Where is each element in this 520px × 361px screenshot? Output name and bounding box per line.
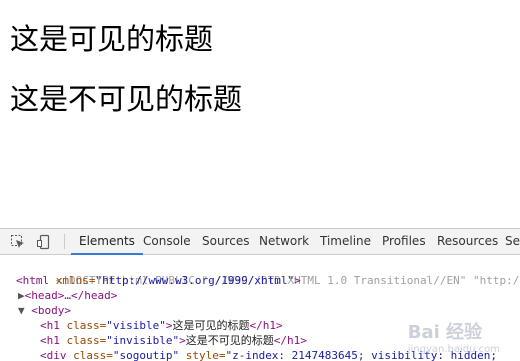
tab-resources[interactable]: Resources bbox=[437, 229, 498, 254]
class-attr: class= bbox=[66, 349, 113, 361]
class-attr: class= bbox=[59, 334, 107, 347]
tab-overflow[interactable]: Se bbox=[505, 229, 520, 254]
toolbar-divider bbox=[64, 234, 65, 249]
h1-tag: <h1 bbox=[40, 334, 60, 347]
body-node[interactable]: ▼ <body> bbox=[18, 303, 520, 318]
tab-elements[interactable]: Elements bbox=[71, 229, 143, 255]
inspect-element-icon[interactable] bbox=[10, 234, 26, 250]
visible-heading: 这是可见的标题 bbox=[10, 22, 214, 56]
expand-triangle-icon[interactable]: ▶ bbox=[18, 289, 25, 302]
h1-text: 这是不可见的标题 bbox=[185, 334, 274, 347]
h1-close-tag: </h1> bbox=[249, 319, 283, 332]
class-value: "visible" bbox=[106, 319, 166, 332]
xmlns-attr: xmlns= bbox=[49, 274, 96, 287]
head-tag: <head>…</head> bbox=[24, 289, 118, 302]
watermark-main: Bai 经验 bbox=[407, 322, 483, 343]
tab-network[interactable]: Network bbox=[259, 229, 309, 254]
tab-profiles[interactable]: Profiles bbox=[382, 229, 426, 254]
devtools-toolbar: Elements Console Sources Network Timelin… bbox=[0, 229, 520, 255]
style-attr: style= bbox=[179, 349, 226, 361]
rendered-page: 这是可见的标题 这是不可见的标题 bbox=[0, 0, 520, 228]
tab-console[interactable]: Console bbox=[143, 229, 191, 254]
h1-text: 这是可见的标题 bbox=[172, 319, 250, 332]
h1-close-tag: </h1> bbox=[273, 334, 307, 347]
html-tag-close: > bbox=[294, 274, 301, 287]
baidu-watermark: Bai 经验 jingyan.baidu.com bbox=[408, 318, 500, 355]
invisible-heading: 这是不可见的标题 bbox=[10, 82, 243, 116]
xmlns-value: "http://www.w3.org/1999/xhtml" bbox=[95, 274, 295, 287]
head-node[interactable]: ▶<head>…</head> bbox=[18, 288, 520, 303]
doctype-line[interactable]: <!DOCTYPE html PUBLIC "-//W3C//DTD XHTML… bbox=[16, 258, 520, 287]
collapse-triangle-icon[interactable]: ▼ bbox=[18, 304, 25, 317]
html-tag: <html bbox=[16, 274, 50, 287]
devtools-panel: Elements Console Sources Network Timelin… bbox=[0, 228, 520, 361]
class-value: "sogoutip" bbox=[112, 349, 180, 361]
watermark-sub: jingyan.baidu.com bbox=[407, 344, 500, 355]
tab-sources[interactable]: Sources bbox=[202, 229, 249, 254]
class-attr: class= bbox=[59, 319, 107, 332]
class-value: "invisible" bbox=[106, 334, 180, 347]
div-tag: <div bbox=[40, 349, 67, 361]
h1-tag: <h1 bbox=[40, 319, 60, 332]
body-tag: <body> bbox=[31, 304, 71, 317]
device-mode-icon[interactable] bbox=[36, 234, 52, 250]
tab-timeline[interactable]: Timeline bbox=[320, 229, 371, 254]
html-node[interactable]: <html xmlns="http://www.w3.org/1999/xhtm… bbox=[16, 273, 520, 288]
